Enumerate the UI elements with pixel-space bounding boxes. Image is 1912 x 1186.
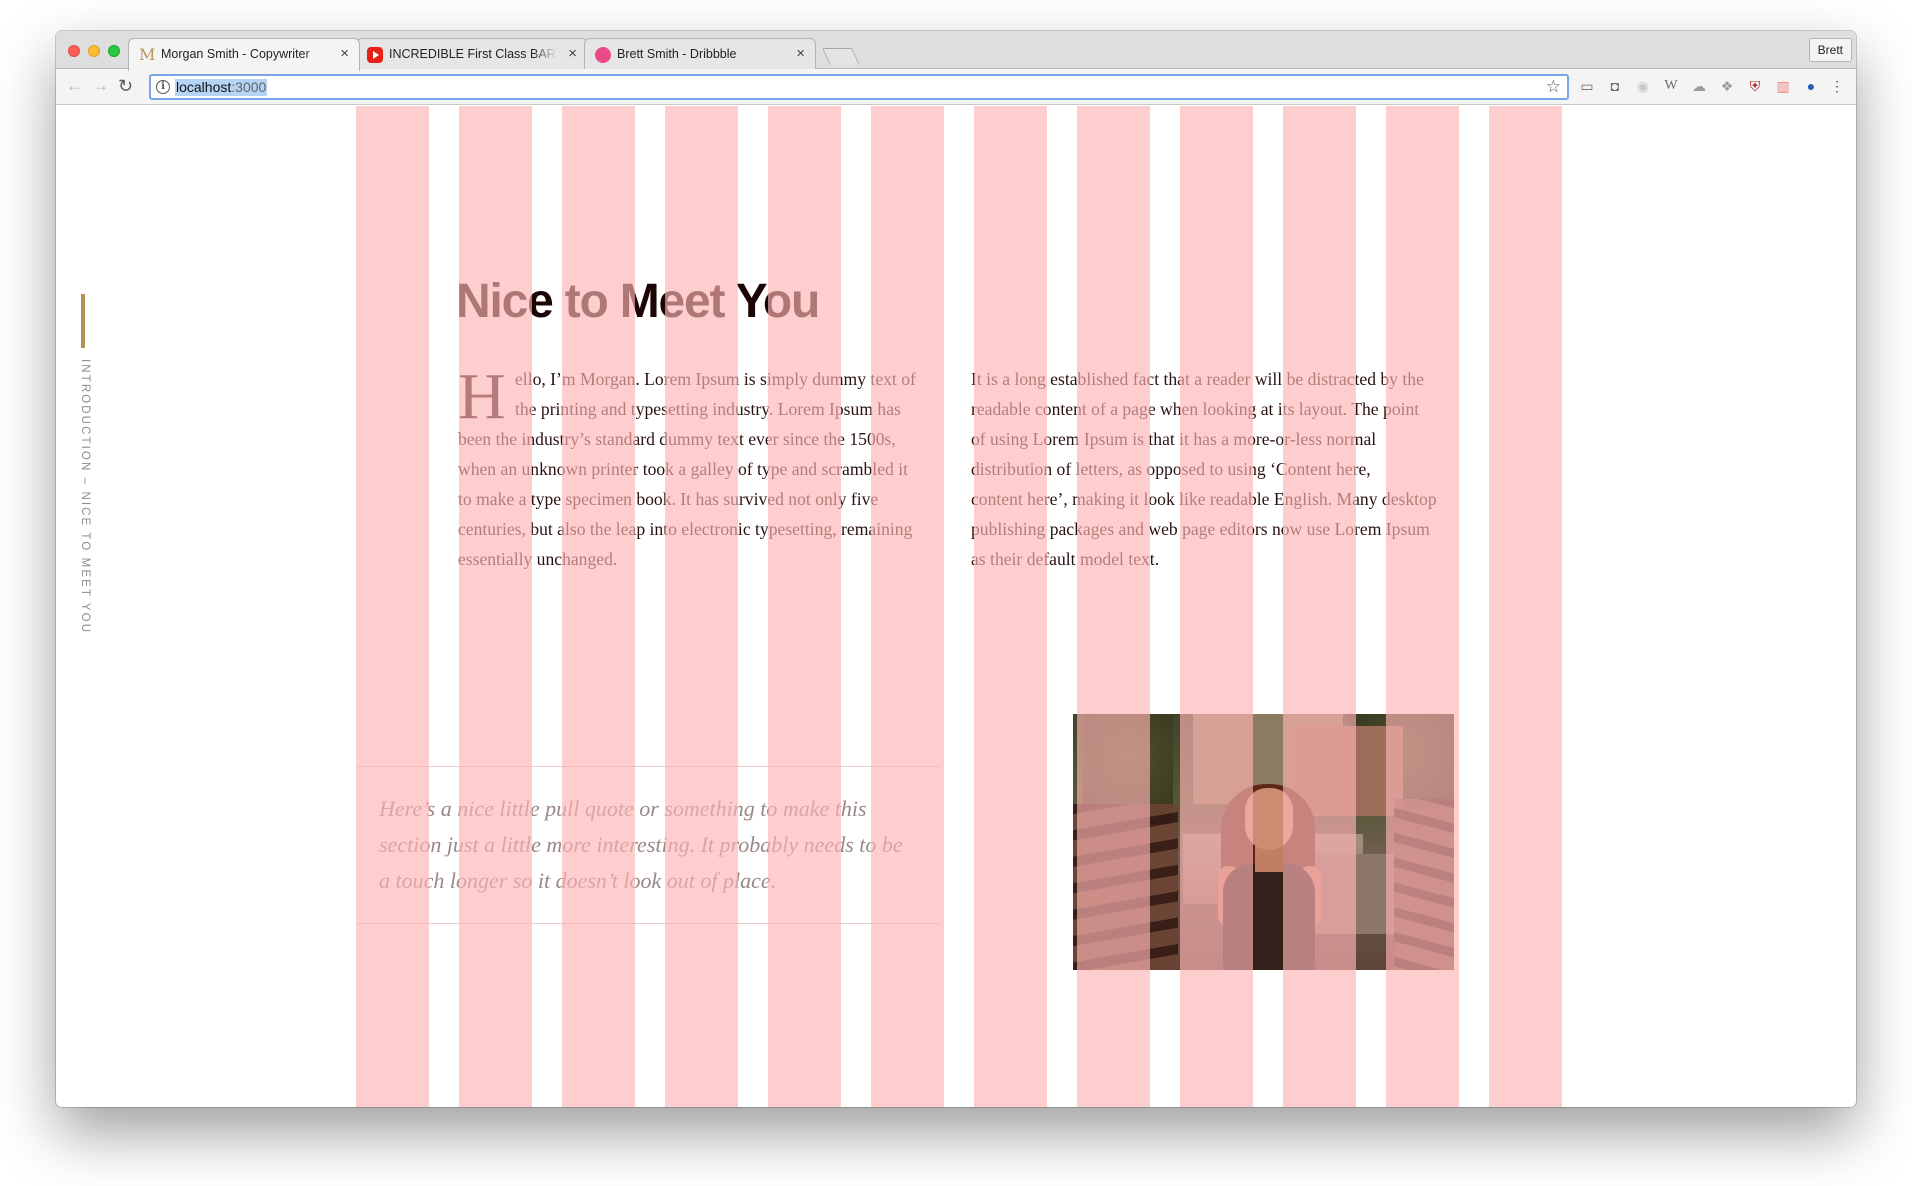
pocket-icon[interactable]: ◘ (1606, 77, 1624, 95)
tab-title: Brett Smith - Dribbble (617, 47, 737, 61)
intro-paragraph-right: It is a long established fact that a rea… (971, 369, 1437, 569)
dribbble-icon (595, 47, 611, 63)
url-host: localhost (176, 79, 232, 95)
grid-column (974, 106, 1047, 1107)
tab-strip: M Morgan Smith - Copywriter × INCREDIBLE… (56, 31, 1856, 71)
grid-column (562, 106, 635, 1107)
minimize-window-button[interactable] (88, 45, 100, 57)
dropbox-icon[interactable]: ❖ (1718, 77, 1736, 95)
forward-arrow-icon[interactable]: → (92, 75, 109, 97)
page-title: Nice to Meet You (456, 275, 820, 328)
browser-window: M Morgan Smith - Copywriter × INCREDIBLE… (56, 31, 1856, 1107)
url-text[interactable]: localhost:3000 (175, 79, 268, 96)
profile-button[interactable]: Brett (1808, 38, 1852, 62)
cloud-icon[interactable]: ☁ (1690, 77, 1708, 95)
grid-column (356, 106, 429, 1107)
zoom-window-button[interactable] (108, 45, 120, 57)
translate-extension-icon[interactable]: ● (1802, 77, 1820, 95)
page-content: INTRODUCTION – NICE TO MEET YOU Nice to … (56, 106, 1856, 1107)
close-window-button[interactable] (68, 45, 80, 57)
tab-dribbble[interactable]: Brett Smith - Dribbble × (584, 38, 816, 70)
grid-column (871, 106, 944, 1107)
tab-title: INCREDIBLE First Class BAR A (389, 47, 557, 61)
section-accent-line (81, 294, 85, 348)
tab-morgan-smith[interactable]: M Morgan Smith - Copywriter × (128, 38, 360, 71)
intro-first-lines: ello, I’m Morgan. Lorem Ipsum is simply … (515, 369, 916, 419)
extension-icon[interactable]: ◉ (1634, 77, 1652, 95)
portrait-photo (1073, 714, 1454, 970)
youtube-icon (367, 47, 383, 63)
back-arrow-icon[interactable]: ← (66, 75, 83, 97)
tab-close-icon[interactable]: × (340, 45, 349, 63)
browser-toolbar: ← → ↻ i localhost:3000 ☆ ▭ ◘ ◉ W ☁ ❖ ⛨ ▥… (56, 69, 1856, 105)
section-side-label: INTRODUCTION – NICE TO MEET YOU (79, 359, 91, 635)
pull-quote-bottom-rule (356, 923, 941, 924)
tab-close-icon[interactable]: × (796, 45, 805, 63)
reload-icon[interactable]: ↻ (118, 75, 133, 97)
cast-icon[interactable]: ▭ (1578, 77, 1596, 95)
grid-column (459, 106, 532, 1107)
shield-extension-icon[interactable]: ⛨ (1746, 77, 1764, 95)
menu-dots-icon[interactable]: ⋮ (1828, 77, 1846, 95)
wikipedia-icon[interactable]: W (1662, 77, 1680, 95)
tab-youtube[interactable]: INCREDIBLE First Class BAR A × (356, 38, 588, 70)
grid-column (665, 106, 738, 1107)
pull-quote-top-rule (356, 766, 941, 767)
url-port: :3000 (231, 79, 267, 95)
new-tab-button[interactable] (822, 48, 860, 65)
grid-overlay-extension-icon[interactable]: ▥ (1774, 77, 1792, 95)
site-info-icon[interactable]: i (156, 80, 170, 94)
tab-close-icon[interactable]: × (568, 45, 577, 63)
address-bar[interactable]: i localhost:3000 ☆ (149, 74, 1569, 100)
intro-rest: been the industry’s standard dummy text … (458, 429, 913, 569)
bookmark-star-icon[interactable]: ☆ (1546, 77, 1561, 97)
intro-paragraph-left: ello, I’m Morgan. Lorem Ipsum is simply … (458, 364, 942, 574)
grid-column (1489, 106, 1562, 1107)
pull-quote: Here’s a nice little pull quote or somet… (379, 796, 903, 893)
tab-title: Morgan Smith - Copywriter (161, 47, 310, 61)
m-logo-icon: M (139, 45, 156, 64)
grid-column (768, 106, 841, 1107)
photo-tint (1073, 714, 1454, 970)
